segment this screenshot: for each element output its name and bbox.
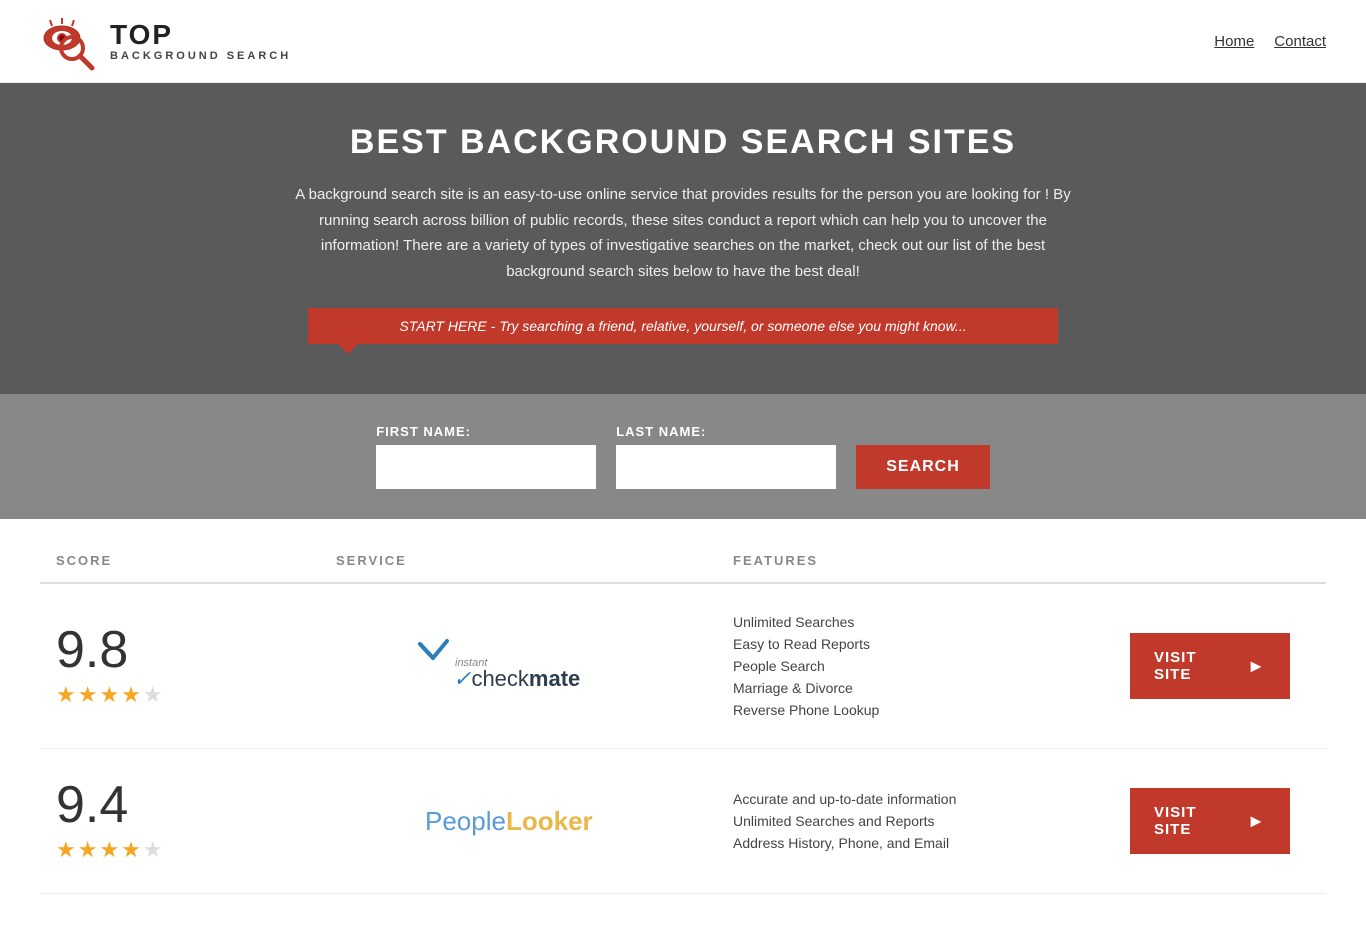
table-row: 9.8 ★★★★★ instant ✓checkmate (40, 584, 1326, 749)
visit-site-button-1[interactable]: VISIT SITE ► (1130, 633, 1290, 699)
service-header: SERVICE (336, 553, 733, 568)
logo-icon (40, 10, 102, 72)
feature-item: Address History, Phone, and Email (733, 835, 1130, 851)
hero-section: BEST BACKGROUND SEARCH SITES A backgroun… (0, 83, 1366, 394)
feature-item: Accurate and up-to-date information (733, 791, 1130, 807)
logo-text: TOP BACKGROUND SEARCH (110, 20, 291, 63)
peoplelooker-logo: PeopleLooker (425, 794, 645, 849)
feature-item: Marriage & Divorce (733, 680, 1130, 696)
svg-text:✓checkmate: ✓checkmate (453, 666, 580, 691)
logo-bottom-text: BACKGROUND SEARCH (110, 50, 291, 62)
first-name-group: FIRST NAME: (376, 424, 596, 489)
first-name-input[interactable] (376, 445, 596, 489)
score-col-1: 9.8 ★★★★★ (56, 624, 336, 708)
checkmate-logo: instant ✓checkmate (415, 636, 655, 696)
features-col-2: Accurate and up-to-date information Unli… (733, 791, 1130, 851)
visit-site-button-2[interactable]: VISIT SITE ► (1130, 788, 1290, 854)
feature-item: Reverse Phone Lookup (733, 702, 1130, 718)
search-banner: START HERE - Try searching a friend, rel… (308, 308, 1058, 344)
visit-col-1: VISIT SITE ► (1130, 633, 1310, 699)
table-row: 9.4 ★★★★★ PeopleLooker Accurate and up-t… (40, 749, 1326, 894)
action-header (1130, 553, 1310, 568)
hero-description: A background search site is an easy-to-u… (283, 182, 1083, 284)
last-name-input[interactable] (616, 445, 836, 489)
first-name-label: FIRST NAME: (376, 424, 596, 439)
score-number-1: 9.8 (56, 624, 128, 676)
last-name-label: LAST NAME: (616, 424, 836, 439)
hero-title: BEST BACKGROUND SEARCH SITES (20, 123, 1346, 162)
nav-home[interactable]: Home (1214, 33, 1254, 50)
score-header: SCORE (56, 553, 336, 568)
stars-1: ★★★★★ (56, 682, 165, 708)
service-logo-2: PeopleLooker (336, 794, 733, 849)
logo-top-text: TOP (110, 20, 291, 51)
search-form-area: FIRST NAME: LAST NAME: SEARCH (0, 394, 1366, 519)
visit-col-2: VISIT SITE ► (1130, 788, 1310, 854)
results-table: SCORE SERVICE FEATURES 9.8 ★★★★★ instant (0, 539, 1366, 934)
last-name-group: LAST NAME: (616, 424, 836, 489)
header: TOP BACKGROUND SEARCH Home Contact (0, 0, 1366, 83)
search-form: FIRST NAME: LAST NAME: SEARCH (233, 424, 1133, 489)
score-col-2: 9.4 ★★★★★ (56, 779, 336, 863)
nav-contact[interactable]: Contact (1274, 33, 1326, 50)
features-col-1: Unlimited Searches Easy to Read Reports … (733, 614, 1130, 718)
stars-2: ★★★★★ (56, 837, 165, 863)
features-header: FEATURES (733, 553, 1130, 568)
feature-item: People Search (733, 658, 1130, 674)
feature-item: Unlimited Searches and Reports (733, 813, 1130, 829)
logo: TOP BACKGROUND SEARCH (40, 10, 291, 72)
visit-arrow-icon: ► (1247, 656, 1266, 677)
feature-item: Unlimited Searches (733, 614, 1130, 630)
search-button[interactable]: SEARCH (856, 445, 990, 489)
table-header-row: SCORE SERVICE FEATURES (40, 539, 1326, 584)
feature-item: Easy to Read Reports (733, 636, 1130, 652)
service-logo-1: instant ✓checkmate (336, 636, 733, 696)
main-nav: Home Contact (1214, 33, 1326, 50)
score-number-2: 9.4 (56, 779, 128, 831)
visit-arrow-icon: ► (1247, 811, 1266, 832)
svg-text:PeopleLooker: PeopleLooker (425, 806, 593, 836)
